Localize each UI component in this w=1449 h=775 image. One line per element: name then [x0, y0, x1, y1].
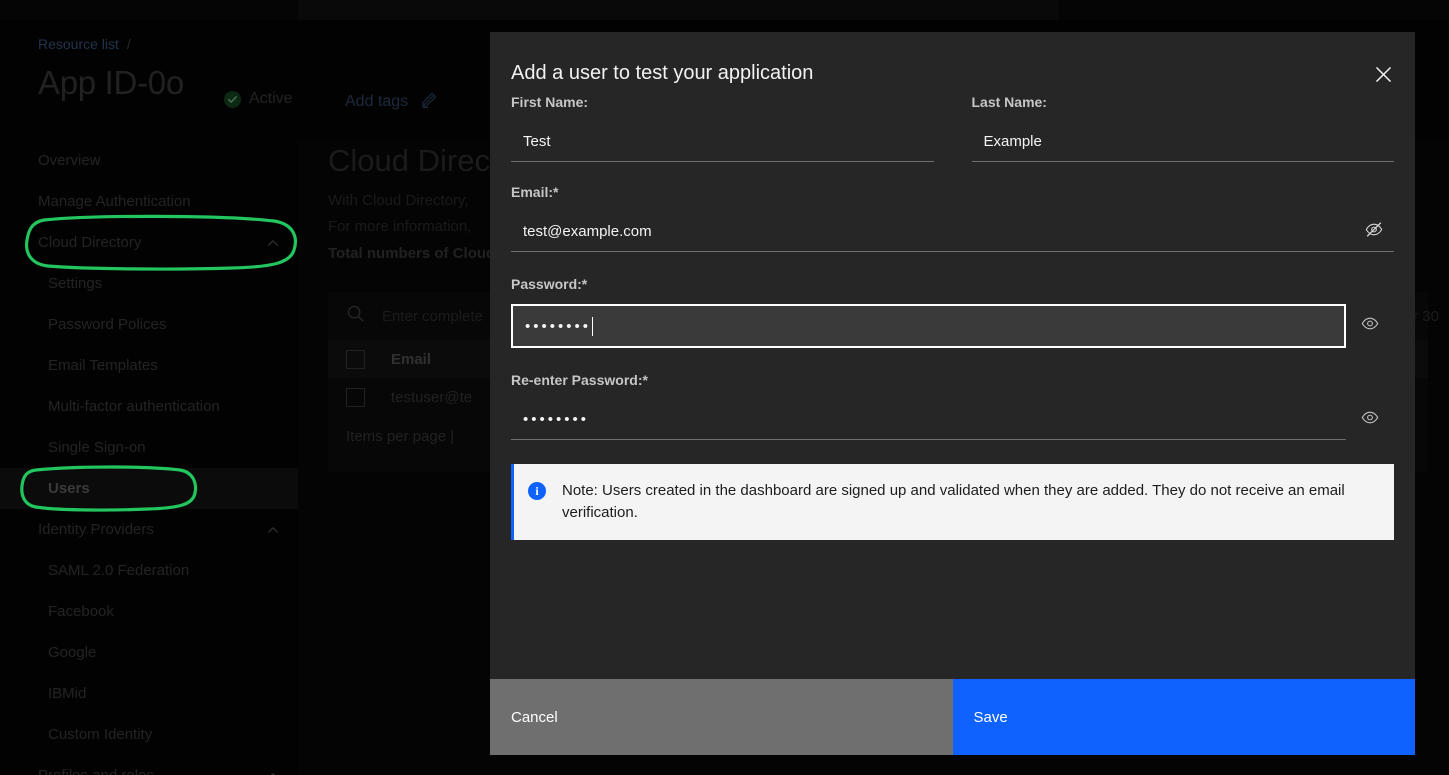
cancel-button[interactable]: Cancel [490, 679, 953, 755]
password-label: Password:* [511, 276, 588, 292]
modal-title: Add a user to test your application [511, 62, 814, 84]
email-value: test@example.com [523, 223, 652, 240]
password-input-wrapper: •••••••• [511, 304, 1394, 348]
info-note-banner: i Note: Users created in the dashboard a… [511, 464, 1394, 540]
reenter-password-field-group: Re-enter Password:* •••••••• [511, 372, 1394, 440]
app-root: Resource list/ App ID-0o Active Add tags… [0, 0, 1449, 775]
modal-header: Add a user to test your application [490, 32, 1415, 94]
first-name-field-group: First Name: Test [511, 94, 934, 162]
password-value: •••••••• [525, 317, 592, 335]
modal-body: First Name: Test Last Name: Example Emai… [490, 94, 1415, 679]
last-name-input[interactable]: Example [971, 122, 1394, 162]
info-note-text: Note: Users created in the dashboard are… [562, 482, 1345, 521]
last-name-value: Example [983, 133, 1042, 150]
first-name-value: Test [523, 133, 551, 150]
last-name-field-group: Last Name: Example [971, 94, 1394, 162]
reenter-password-label: Re-enter Password:* [511, 372, 648, 388]
reenter-password-input[interactable]: •••••••• [511, 400, 1346, 440]
email-label: Email:* [511, 184, 559, 200]
last-name-label: Last Name: [971, 94, 1047, 110]
info-icon: i [528, 482, 546, 500]
first-name-label: First Name: [511, 94, 589, 110]
email-field-group: Email:* test@example.com [511, 184, 1394, 252]
password-field-group: Password:* •••••••• [511, 276, 1394, 348]
reenter-password-input-wrapper: •••••••• [511, 400, 1394, 440]
email-input[interactable]: test@example.com [511, 212, 1394, 252]
add-user-modal: Add a user to test your application Firs… [490, 32, 1415, 755]
name-fields-row: First Name: Test Last Name: Example [511, 94, 1394, 162]
eye-icon-password[interactable] [1360, 314, 1380, 339]
first-name-input[interactable]: Test [511, 122, 934, 162]
save-button[interactable]: Save [952, 679, 1415, 755]
text-caret [592, 316, 594, 336]
eye-icon-reenter-password[interactable] [1360, 408, 1380, 433]
reenter-password-value: •••••••• [523, 411, 590, 428]
eye-slash-icon[interactable] [1364, 219, 1384, 244]
close-icon[interactable] [1361, 52, 1405, 96]
modal-footer: Cancel Save [490, 679, 1415, 755]
password-input[interactable]: •••••••• [511, 304, 1346, 348]
